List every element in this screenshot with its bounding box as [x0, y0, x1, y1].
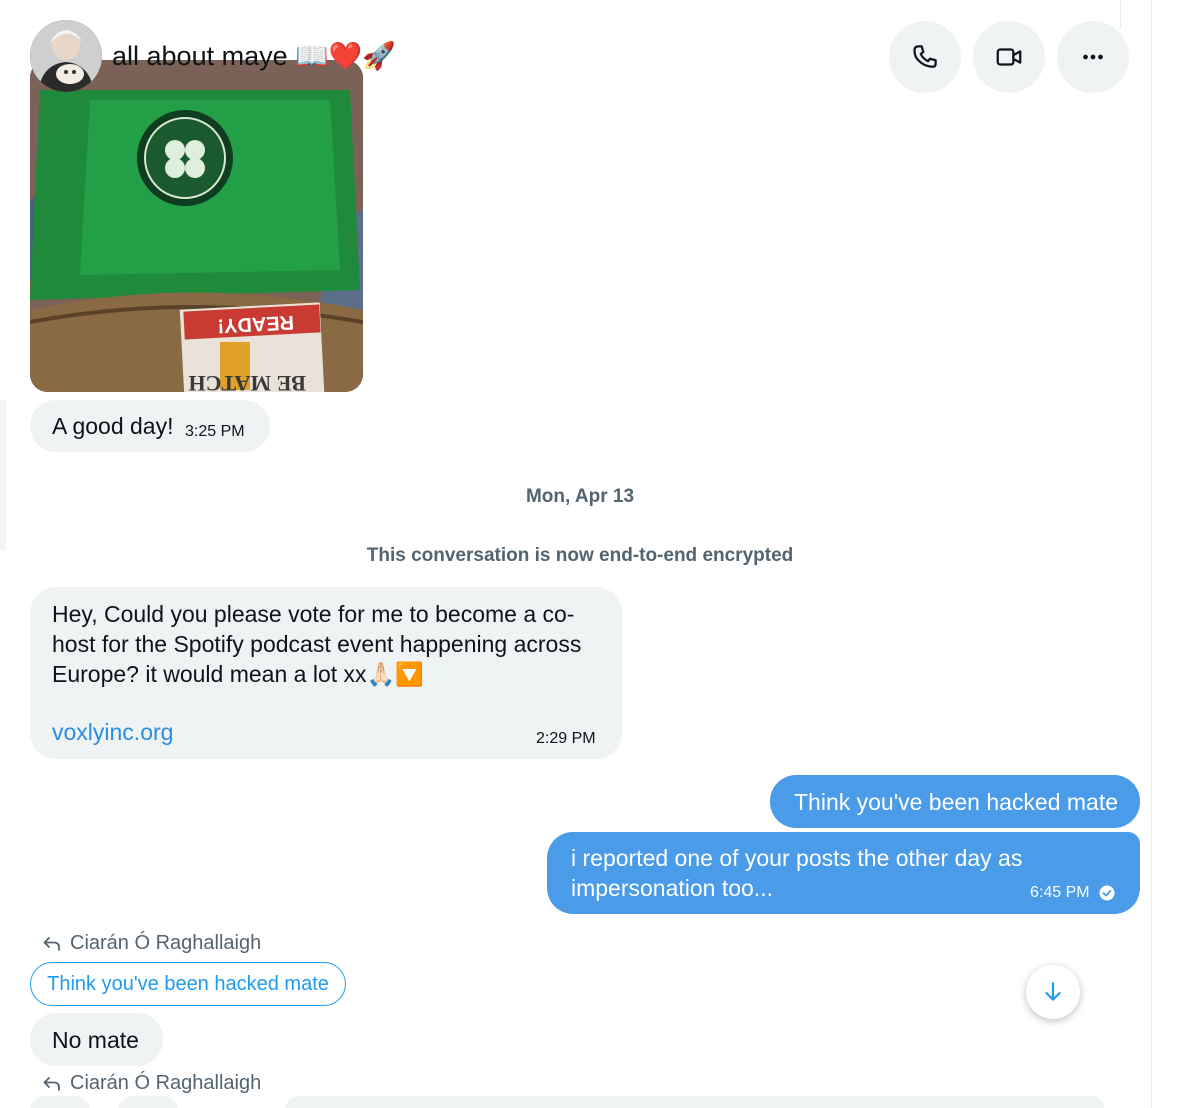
scroll-to-bottom-button[interactable]	[1026, 965, 1080, 1019]
voice-call-button[interactable]	[889, 21, 961, 93]
more-dots-icon	[1083, 54, 1103, 60]
arrow-down-icon	[1045, 982, 1061, 1001]
message-bubble-incoming[interactable]: A good day! 3:25 PM	[30, 400, 270, 452]
message-text: Think you've been hacked mate	[794, 789, 1119, 815]
side-divider	[0, 400, 6, 550]
conversation-title[interactable]: all about maye 📖❤️🚀	[112, 40, 396, 72]
composer-button[interactable]	[30, 1096, 90, 1108]
message-text: Hey, Could you please vote for me to bec…	[52, 599, 581, 689]
message-line: Europe? it would mean a lot xx🙏🏻🔽	[52, 661, 424, 687]
quoted-message[interactable]: Think you've been hacked mate	[30, 962, 346, 1006]
message-bubble-incoming[interactable]: No mate	[30, 1013, 163, 1066]
contact-avatar[interactable]	[30, 20, 102, 92]
reply-context-name: Ciarán Ó Raghallaigh	[70, 1072, 262, 1094]
message-line: i reported one of your posts the other d…	[571, 845, 1023, 871]
conversation-pane: READY! BE MATCH all about maye 📖❤️🚀 A go…	[0, 0, 1152, 1108]
phone-icon	[913, 45, 937, 68]
message-timestamp: 3:25 PM	[185, 423, 245, 440]
message-text: No mate	[52, 1027, 139, 1053]
reply-arrow-icon	[43, 936, 60, 951]
message-text: A good day!	[52, 413, 174, 439]
video-call-button[interactable]	[973, 21, 1045, 93]
message-timestamp: 6:45 PM	[1030, 884, 1090, 901]
message-bubble-outgoing[interactable]: Think you've been hacked mate	[770, 775, 1140, 828]
message-line: impersonation too...	[571, 875, 774, 901]
reply-context: Ciarán Ó Raghallaigh	[42, 932, 261, 955]
message-timestamp: 2:29 PM	[536, 730, 596, 747]
svg-text:READY!: READY!	[217, 311, 295, 337]
reply-arrow-icon	[43, 1076, 60, 1091]
encryption-notice: This conversation is now end-to-end encr…	[366, 545, 794, 566]
date-separator: Mon, Apr 13	[525, 486, 635, 507]
video-camera-icon	[996, 48, 1022, 66]
message-composer[interactable]	[285, 1096, 1105, 1108]
message-bubble-incoming[interactable]: Hey, Could you please vote for me to bec…	[30, 587, 622, 759]
composer-button[interactable]	[118, 1096, 178, 1108]
message-link[interactable]: voxlyinc.org	[52, 719, 173, 746]
message-bubble-outgoing[interactable]: i reported one of your posts the other d…	[547, 832, 1140, 914]
scrollbar[interactable]	[1120, 0, 1148, 28]
message-text: i reported one of your posts the other d…	[571, 843, 1022, 903]
photo-message[interactable]: READY! BE MATCH	[30, 60, 363, 392]
svg-text:BE MATCH: BE MATCH	[188, 371, 306, 392]
reply-context-name: Ciarán Ó Raghallaigh	[70, 932, 262, 954]
reply-context: Ciarán Ó Raghallaigh	[42, 1072, 261, 1095]
more-options-button[interactable]	[1057, 21, 1129, 93]
message-line: host for the Spotify podcast event happe…	[52, 631, 582, 657]
photo-image: READY! BE MATCH	[30, 60, 363, 392]
read-check-icon	[1099, 885, 1115, 901]
message-line: Hey, Could you please vote for me to bec…	[52, 601, 575, 627]
